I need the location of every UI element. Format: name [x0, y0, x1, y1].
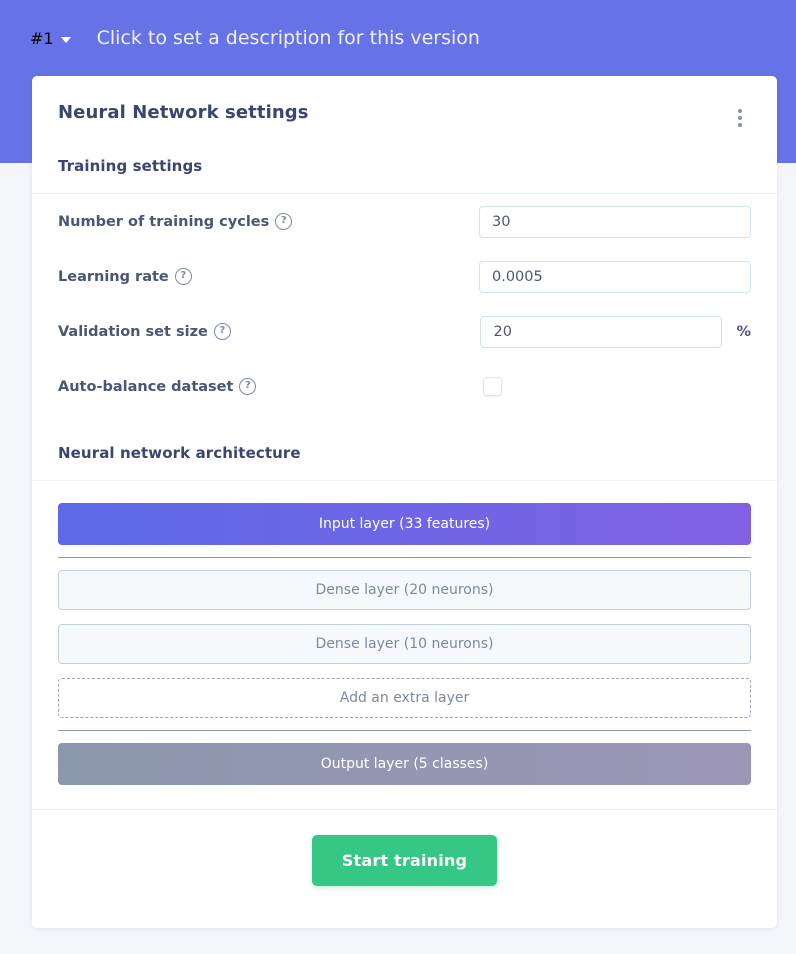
page-title: Neural Network settings: [58, 102, 309, 123]
percent-unit-label: %: [736, 323, 751, 340]
architecture-heading: Neural network architecture: [58, 444, 301, 462]
card-header: Neural Network settings: [32, 76, 777, 131]
layer-spacer: [58, 610, 751, 624]
field-wrap-learning-rate: [479, 260, 751, 293]
field-row-training-cycles: Number of training cycles ?: [58, 194, 751, 249]
input-layer-block[interactable]: Input layer (33 features): [58, 503, 751, 545]
kebab-dot: [738, 109, 742, 113]
kebab-menu-icon[interactable]: [729, 105, 751, 131]
help-circle-icon[interactable]: ?: [275, 213, 293, 230]
help-circle-icon[interactable]: ?: [239, 378, 257, 395]
card-footer: Start training: [32, 809, 777, 928]
field-wrap-validation-set-size: %: [480, 315, 751, 348]
help-circle-icon[interactable]: ?: [174, 268, 192, 285]
training-cycles-input[interactable]: [479, 205, 751, 238]
label-validation-set-size: Validation set size ?: [58, 323, 480, 340]
layer-connector-line: [58, 557, 751, 558]
label-learning-rate: Learning rate ?: [58, 268, 479, 285]
training-settings-heading: Training settings: [58, 157, 203, 175]
version-bar: #1 Click to set a description for this v…: [0, 0, 796, 76]
field-wrap-training-cycles: [479, 205, 751, 238]
dense-layer-block-2[interactable]: Dense layer (10 neurons): [58, 624, 751, 664]
label-auto-balance: Auto-balance dataset ?: [58, 378, 483, 395]
learning-rate-input[interactable]: [479, 260, 751, 293]
label-text: Auto-balance dataset: [58, 378, 234, 395]
kebab-dot: [738, 123, 742, 127]
start-training-button[interactable]: Start training: [311, 835, 498, 886]
auto-balance-checkbox[interactable]: [483, 377, 502, 396]
label-training-cycles: Number of training cycles ?: [58, 213, 479, 230]
training-settings-form: Number of training cycles ? Learning rat…: [32, 194, 777, 414]
validation-set-size-input[interactable]: [480, 315, 723, 348]
neural-network-settings-card: Neural Network settings Training setting…: [32, 76, 777, 928]
architecture-body: Input layer (33 features) Dense layer (2…: [32, 481, 777, 785]
chevron-down-icon[interactable]: [60, 37, 71, 43]
dense-layer-block-1[interactable]: Dense layer (20 neurons): [58, 570, 751, 610]
add-extra-layer-button[interactable]: Add an extra layer: [58, 678, 751, 718]
layer-connector-line: [58, 730, 751, 731]
version-number[interactable]: #1: [30, 29, 54, 48]
help-circle-icon[interactable]: ?: [213, 323, 231, 340]
field-row-validation-set-size: Validation set size ? %: [58, 304, 751, 359]
layer-spacer: [58, 664, 751, 678]
output-layer-block[interactable]: Output layer (5 classes): [58, 743, 751, 785]
field-row-learning-rate: Learning rate ?: [58, 249, 751, 304]
label-text: Validation set size: [58, 323, 208, 340]
label-text: Learning rate: [58, 268, 169, 285]
kebab-dot: [738, 116, 742, 120]
field-row-auto-balance: Auto-balance dataset ?: [58, 359, 751, 414]
label-text: Number of training cycles: [58, 213, 270, 230]
field-wrap-auto-balance: [483, 377, 751, 396]
version-description-placeholder[interactable]: Click to set a description for this vers…: [97, 27, 480, 49]
